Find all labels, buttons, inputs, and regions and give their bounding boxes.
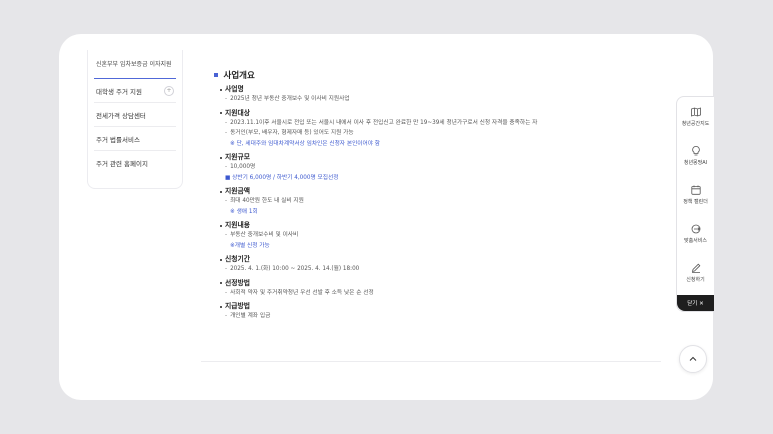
sidebar-item-label: 대학생 주거 지원 <box>96 87 142 96</box>
info-block-name: 사업명 2025년 청년 부동산 중개보수 및 이사비 지원사업 <box>220 85 664 105</box>
quick-item-custom-service[interactable]: 맞춤서비스 <box>677 214 714 253</box>
bullet-icon <box>220 88 222 91</box>
quick-item-calendar[interactable]: 정책 캘린더 <box>677 175 714 214</box>
scroll-top-button[interactable] <box>679 345 707 373</box>
info-block-payment: 지급방법 개인별 계좌 입금 <box>220 302 664 322</box>
quick-item-apply[interactable]: 신청하기 <box>677 253 714 292</box>
sidebar-item-label: 주거 법률서비스 <box>96 135 140 144</box>
content-divider <box>201 361 661 362</box>
lightbulb-icon <box>691 146 700 156</box>
bullet-icon <box>220 224 222 227</box>
sidebar-item-label: 신혼부부 임차보증금 이자지원 <box>96 60 172 68</box>
section-title: 사업개요 <box>214 69 664 81</box>
bullet-icon <box>220 258 222 261</box>
sidebar-item-label: 전세가격 상담센터 <box>96 111 146 120</box>
sidebar-item-housing-links[interactable]: 주거 관련 홈페이지 <box>94 151 176 174</box>
quick-item-ai[interactable]: 청년몽땅AI <box>677 136 714 175</box>
main-content: 사업개요 사업명 2025년 청년 부동산 중개보수 및 이사비 지원사업 지원… <box>214 69 664 322</box>
pencil-icon <box>691 263 700 273</box>
target-arrow-icon <box>691 224 700 234</box>
info-block-target: 지원대상 2023.11.1이후 서울시로 전입 또는 서울시 내에서 이사 후… <box>220 109 664 150</box>
map-icon <box>690 107 701 117</box>
bullet-icon <box>220 282 222 284</box>
plus-icon[interactable]: + <box>164 86 174 96</box>
bullet-icon <box>220 190 222 193</box>
quick-item-space-map[interactable]: 청년공간지도 <box>677 97 714 136</box>
info-block-selection: 선정방법 사회적 약자 및 주거취약청년 우선 선발 후 소득 낮은 순 선정 <box>220 279 664 299</box>
calendar-icon <box>690 185 701 195</box>
sidebar-nav: 신혼부부 임차보증금 이자지원 대학생 주거 지원 + 전세가격 상담센터 주거… <box>87 50 183 189</box>
info-block-scale: 지원규모 10,000명 ■ 상반기 6,000명 / 하반기 4,000명 모… <box>220 153 664 183</box>
sidebar-item-legal-service[interactable]: 주거 법률서비스 <box>94 127 176 151</box>
bullet-icon <box>220 305 222 308</box>
bullet-icon <box>220 156 222 159</box>
quick-menu: 청년공간지도 청년몽땅AI 정책 캘린더 맞춤서비스 신청하기 닫기 ✕ <box>676 96 714 312</box>
chevron-up-icon <box>689 356 697 361</box>
info-block-content: 지원내용 부동산 중개보수비 및 이사비 ※개별 신청 가능 <box>220 221 664 251</box>
quick-menu-close-button[interactable]: 닫기 ✕ <box>677 295 714 311</box>
bullet-icon <box>220 112 222 114</box>
content-card: 신혼부부 임차보증금 이자지원 대학생 주거 지원 + 전세가격 상담센터 주거… <box>59 34 713 400</box>
sidebar-item-newlywed-loan[interactable]: 신혼부부 임차보증금 이자지원 <box>94 50 176 79</box>
info-block-period: 신청기간 2025. 4. 1.(화) 10:00 ~ 2025. 4. 14.… <box>220 255 664 275</box>
sidebar-item-label: 주거 관련 홈페이지 <box>96 159 148 168</box>
square-bullet-icon <box>214 73 218 77</box>
sidebar-item-student-housing[interactable]: 대학생 주거 지원 + <box>94 79 176 103</box>
sidebar-item-jeonse-center[interactable]: 전세가격 상담센터 <box>94 103 176 127</box>
info-block-amount: 지원금액 최대 40만원 한도 내 실비 지원 ※ 생애 1회 <box>220 187 664 217</box>
